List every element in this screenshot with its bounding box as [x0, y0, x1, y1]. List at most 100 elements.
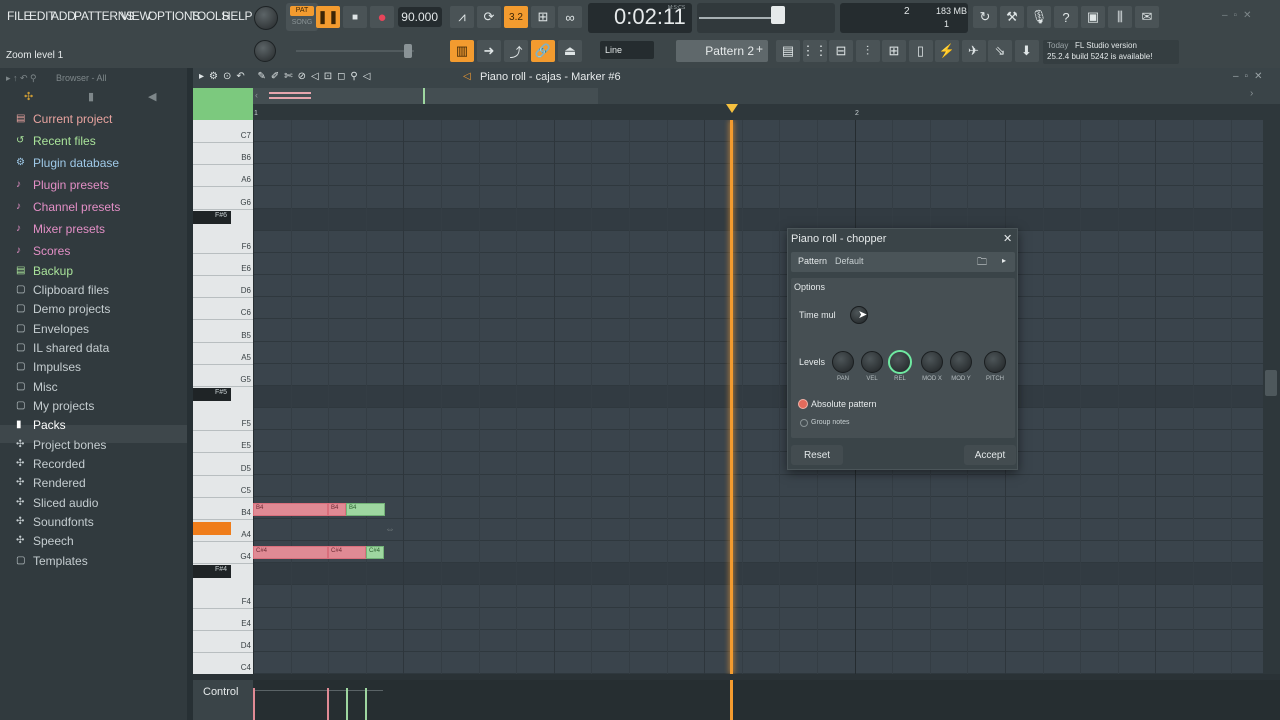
- browser-item-scores[interactable]: ♪ Scores: [16, 242, 70, 260]
- piano-key-fs5[interactable]: F#5: [193, 387, 231, 402]
- save-button[interactable]: ▣: [1081, 6, 1105, 28]
- stop-button[interactable]: ■: [343, 6, 367, 28]
- note-cs4-1[interactable]: C#4: [253, 546, 328, 559]
- playlist-button[interactable]: ▤: [776, 40, 800, 62]
- tool-icons[interactable]: ▸⚙⊙↶ ✎✐✄⊘◁⊡◻⚲◁: [199, 71, 375, 82]
- record-button[interactable]: ●: [370, 6, 394, 28]
- snap-select[interactable]: Line: [600, 41, 654, 59]
- piano-key-pressed[interactable]: [193, 521, 231, 536]
- download-button[interactable]: ⬇: [1014, 40, 1039, 62]
- piano-roll-button[interactable]: ⊞: [882, 40, 906, 62]
- browser-item-templates[interactable]: ▢ Templates: [16, 552, 88, 570]
- plugin-picker-button[interactable]: ⚡: [935, 40, 959, 62]
- browser-item-channel-presets[interactable]: ♪ Channel presets: [16, 198, 120, 216]
- menu-add[interactable]: ADD: [51, 9, 76, 23]
- velocity-bar-1[interactable]: [253, 688, 255, 720]
- mod-y-knob[interactable]: [950, 351, 972, 373]
- mixer-button[interactable]: ⚒: [1000, 6, 1024, 28]
- browser-item-sliced-audio[interactable]: ✣ Sliced audio: [16, 494, 98, 512]
- piano-key-fs4[interactable]: F#4: [193, 565, 231, 579]
- browser-item-demo-projects[interactable]: ▢ Demo projects: [16, 300, 110, 318]
- note-grid[interactable]: B4 B4 B4 C#4 C#4 C#4 ⇔: [253, 120, 1263, 674]
- browser-item-recorded[interactable]: ✣ Recorded: [16, 455, 85, 473]
- slide-button[interactable]: ⤴: [504, 40, 528, 62]
- play-button[interactable]: ❚❚: [316, 6, 340, 28]
- browser-nav-icons[interactable]: ▸ ↑ ↶ ⚲: [6, 73, 37, 84]
- note-b4-3[interactable]: B4: [346, 503, 385, 516]
- overview-left-arrow[interactable]: ‹: [255, 90, 258, 100]
- mod-x-knob[interactable]: [921, 351, 943, 373]
- group-notes-radio[interactable]: [800, 419, 808, 427]
- browser-item-soundfonts[interactable]: ✣ Soundfonts: [16, 513, 94, 531]
- overview-right-arrow[interactable]: ›: [1250, 88, 1253, 99]
- accept-button[interactable]: Accept: [964, 445, 1016, 465]
- control-label-area[interactable]: Control: [193, 680, 253, 720]
- tool-corner[interactable]: [193, 88, 253, 120]
- vertical-scrollbar[interactable]: [1263, 104, 1280, 674]
- browser-item-speech[interactable]: ✣ Speech: [16, 532, 74, 550]
- reset-button[interactable]: Reset: [791, 445, 843, 465]
- note-b4-1[interactable]: B4: [253, 503, 328, 516]
- browser-item-plugin-presets[interactable]: ♪ Plugin presets: [16, 176, 109, 194]
- browser-item-mixer-presets[interactable]: ♪ Mixer presets: [16, 220, 105, 238]
- browser-item-current-project[interactable]: ▤ Current project: [16, 110, 112, 128]
- timeline-ruler[interactable]: 1 2: [253, 104, 1263, 120]
- velocity-bar-4[interactable]: [365, 688, 367, 720]
- event-editor[interactable]: [253, 680, 1280, 720]
- browser-item-envelopes[interactable]: ▢ Envelopes: [16, 320, 89, 338]
- browser-item-project-bones[interactable]: ✣ Project bones: [16, 436, 106, 454]
- add-pattern-icon[interactable]: +: [756, 42, 763, 56]
- mixer-strip-button[interactable]: ⫶: [855, 40, 880, 62]
- menu-view[interactable]: VIEW: [121, 9, 151, 23]
- piano-roll-window-controls[interactable]: –▫✕: [1233, 71, 1269, 82]
- browser-item-il-shared-data[interactable]: ▢ IL shared data: [16, 339, 109, 357]
- browser-item-clipboard-files[interactable]: ▢ Clipboard files: [16, 281, 109, 299]
- menu-file[interactable]: FILE: [7, 9, 31, 23]
- piano-keyboard[interactable]: C7 B6 A6 G6 F#6 F6 E6 D6 C6 B5 A5 G5 F#5 F5 E5 D5 C5 B4 A4…: [193, 120, 253, 675]
- step-edit-button[interactable]: ⊞: [531, 6, 555, 28]
- menu-help[interactable]: HELP: [222, 9, 252, 23]
- news-panel[interactable]: Today FL Studio version 25.2.4 build 524…: [1043, 40, 1179, 64]
- step-sequencer-button[interactable]: ⋮⋮: [802, 40, 828, 62]
- mixer-view-button[interactable]: ⫼: [1108, 6, 1132, 28]
- piano-key-fs6[interactable]: F#6: [193, 210, 231, 224]
- loop-record-button[interactable]: ∞: [558, 6, 582, 28]
- absolute-pattern-radio[interactable]: [798, 399, 808, 409]
- scroll-handle[interactable]: [404, 44, 412, 58]
- touch-controller-button[interactable]: ✈: [961, 40, 986, 62]
- pitch-knob[interactable]: [984, 351, 1006, 373]
- master-pitch-panel[interactable]: [697, 3, 835, 33]
- mic-button[interactable]: 🎙: [1027, 6, 1051, 28]
- browser-label[interactable]: Browser - All: [56, 73, 107, 83]
- pan-knob[interactable]: [832, 351, 854, 373]
- link-button[interactable]: 🔗: [531, 40, 555, 62]
- browser-item-misc[interactable]: ▢ Misc: [16, 378, 58, 396]
- vertical-scroll-thumb[interactable]: [1265, 370, 1277, 396]
- overview-strip[interactable]: ‹: [253, 88, 1263, 104]
- note-cs4-3[interactable]: C#4: [366, 546, 384, 559]
- dialog-close-icon[interactable]: ✕: [1003, 232, 1012, 245]
- browser-item-packs[interactable]: ▮ Packs: [16, 416, 66, 434]
- browser-button[interactable]: ▯: [908, 40, 933, 62]
- browser-item-recent-files[interactable]: ↺ Recent files: [16, 132, 96, 150]
- pattern-row[interactable]: Pattern Default 🗀 ▸: [791, 252, 1015, 272]
- countdown-button[interactable]: 3.2: [504, 6, 528, 28]
- browser-speaker-icon[interactable]: ◀: [148, 90, 156, 103]
- stamp-button[interactable]: ⏏: [558, 40, 582, 62]
- playhead-marker[interactable]: [726, 104, 738, 113]
- window-controls[interactable]: –▫✕: [1222, 10, 1276, 24]
- pat-song-toggle[interactable]: PAT SONG: [286, 3, 318, 31]
- note-cs4-2[interactable]: C#4: [328, 546, 366, 559]
- master-volume-knob[interactable]: [254, 6, 278, 30]
- browser-item-rendered[interactable]: ✣ Rendered: [16, 474, 86, 492]
- pattern-select[interactable]: Pattern 2: [676, 40, 768, 62]
- master-pitch-knob[interactable]: [254, 40, 276, 62]
- browser-item-backup[interactable]: ▤ Backup: [16, 262, 73, 280]
- undo-history-button[interactable]: ↻: [973, 6, 997, 28]
- typing-keyboard-button[interactable]: ▥: [450, 40, 474, 62]
- note-b4-2[interactable]: B4: [328, 503, 346, 516]
- velocity-bar-3[interactable]: [346, 688, 348, 720]
- arrow-button[interactable]: ➜: [477, 40, 501, 62]
- browser-item-plugin-database[interactable]: ⚙ Plugin database: [16, 154, 119, 172]
- metronome-button[interactable]: ⩘: [450, 6, 474, 28]
